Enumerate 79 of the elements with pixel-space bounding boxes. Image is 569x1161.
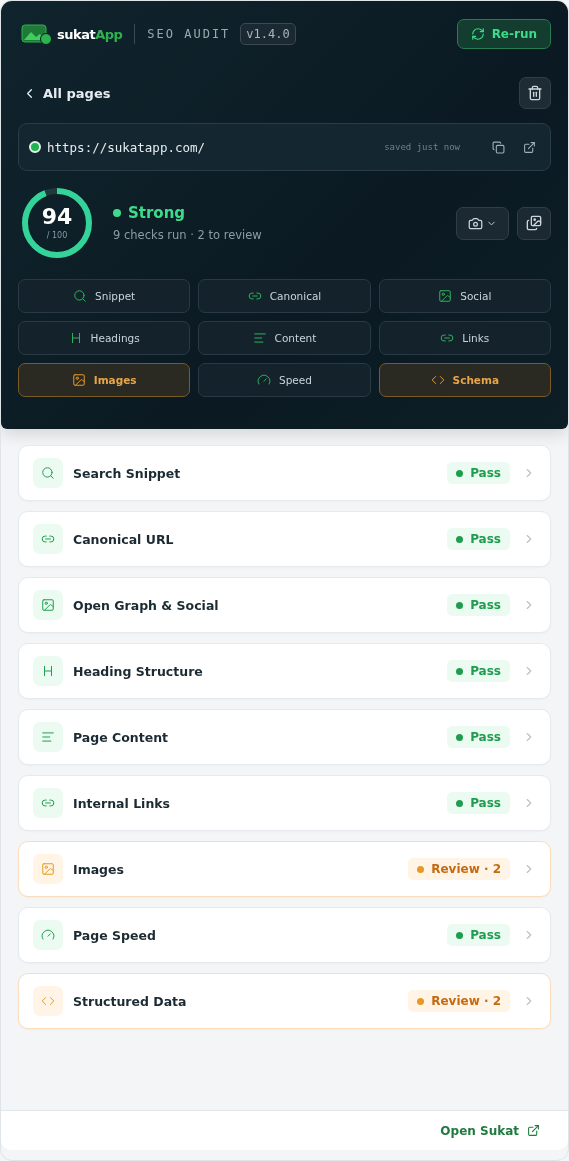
section-tab[interactable]: Schema [378, 363, 551, 397]
image-icon [41, 598, 55, 612]
status-badge: Pass [447, 726, 510, 748]
app-title: SEO AUDIT [147, 27, 231, 41]
status-badge: Pass [447, 462, 510, 484]
status-badge: Pass [447, 924, 510, 946]
text-lines-icon [41, 730, 55, 744]
code-brackets-icon [41, 994, 55, 1008]
gauge-icon [41, 928, 55, 942]
score-value: 94 [41, 206, 73, 228]
search-icon [73, 289, 88, 303]
check-title: Structured Data [73, 993, 187, 1009]
section-tab[interactable]: Social [378, 279, 551, 313]
check-title: Page Content [73, 729, 169, 745]
link-icon [247, 289, 262, 303]
section-tab[interactable]: Links [378, 321, 551, 355]
check-card[interactable]: Open Graph & Social Pass [18, 577, 551, 633]
external-link-icon [527, 1124, 540, 1137]
section-tab[interactable]: Canonical [198, 279, 371, 313]
copy-icon[interactable] [492, 140, 505, 154]
back-link[interactable]: All pages [18, 85, 111, 101]
text-lines-icon [252, 331, 267, 345]
rating-label: Strong [128, 204, 186, 222]
gallery-button[interactable] [517, 206, 551, 240]
status-badge: Review · 2 [408, 858, 510, 880]
camera-icon [468, 215, 483, 231]
image-icon [41, 862, 55, 876]
heading-icon [41, 664, 55, 678]
rating-dot [113, 209, 121, 217]
image-icon [71, 373, 86, 387]
check-card[interactable]: Search Snippet Pass [18, 445, 551, 501]
gauge-icon [257, 373, 272, 387]
saved-status: saved just now [384, 142, 460, 152]
delete-button[interactable] [519, 77, 551, 109]
checks-summary: 9 checks run · 2 to review [113, 228, 262, 242]
check-card[interactable]: Heading Structure Pass [18, 643, 551, 699]
score-max: / 100 [46, 231, 68, 240]
section-tab[interactable]: Snippet [18, 279, 191, 313]
check-card[interactable]: Images Review · 2 [18, 841, 551, 897]
section-tab[interactable]: Speed [198, 363, 371, 397]
check-title: Search Snippet [73, 465, 181, 481]
page-url: https://sukatapp.com/ [47, 139, 206, 155]
logo-icon [21, 23, 55, 45]
section-tab[interactable]: Content [198, 321, 371, 355]
open-sukat-link[interactable]: Open Sukat [440, 1123, 540, 1138]
check-card[interactable]: Canonical URL Pass [18, 511, 551, 567]
screenshot-button[interactable] [456, 206, 509, 240]
check-title: Heading Structure [73, 663, 203, 679]
check-title: Page Speed [73, 927, 156, 943]
rerun-button[interactable]: Re-run [456, 19, 551, 49]
check-title: Canonical URL [73, 531, 174, 547]
status-badge: Pass [447, 660, 510, 682]
link-icon [440, 331, 455, 345]
status-badge: Pass [447, 792, 510, 814]
check-title: Images [73, 861, 124, 877]
check-title: Internal Links [73, 795, 171, 811]
status-badge: Pass [447, 594, 510, 616]
trash-icon [527, 85, 543, 101]
status-badge: Review · 2 [408, 990, 510, 1012]
score-ring [21, 187, 93, 259]
section-tab[interactable]: Headings [18, 321, 191, 355]
search-icon [41, 466, 55, 480]
image-icon [438, 289, 453, 303]
status-dot [29, 141, 41, 153]
status-badge: Pass [447, 528, 510, 550]
check-card[interactable]: Structured Data Review · 2 [18, 973, 551, 1029]
check-card[interactable]: Internal Links Pass [18, 775, 551, 831]
images-icon [526, 215, 542, 231]
version-tag: v1.4.0 [240, 23, 296, 45]
check-title: Open Graph & Social [73, 597, 219, 613]
refresh-icon [470, 27, 485, 41]
logo-wordmark: sukatApp [57, 26, 123, 42]
check-card[interactable]: Page Speed Pass [18, 907, 551, 963]
code-brackets-icon [430, 373, 445, 387]
link-icon [41, 796, 55, 810]
section-tab[interactable]: Images [18, 363, 191, 397]
external-link-icon[interactable] [523, 140, 536, 154]
check-card[interactable]: Page Content Pass [18, 709, 551, 765]
link-icon [41, 532, 55, 546]
